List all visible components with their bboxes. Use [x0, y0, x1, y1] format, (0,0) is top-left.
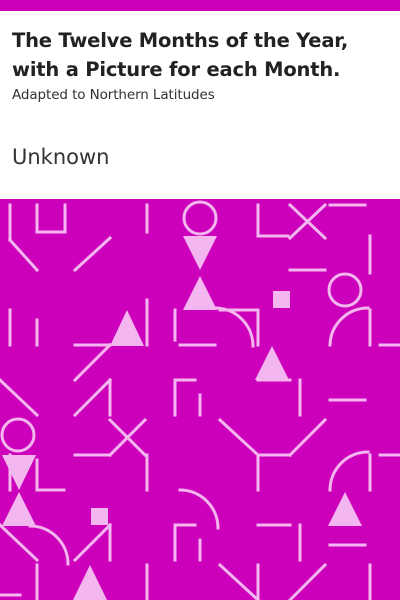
- book-title: The Twelve Months of the Year, with a Pi…: [12, 29, 349, 81]
- pattern-square: [273, 291, 290, 308]
- top-color-bar: [0, 0, 400, 11]
- book-subtitle: Adapted to Northern Latitudes: [12, 87, 215, 103]
- pattern-square: [91, 508, 108, 525]
- cover-pattern: [0, 199, 400, 600]
- book-cover: The Twelve Months of the Year, with a Pi…: [0, 0, 400, 600]
- book-author: Unknown: [12, 145, 110, 169]
